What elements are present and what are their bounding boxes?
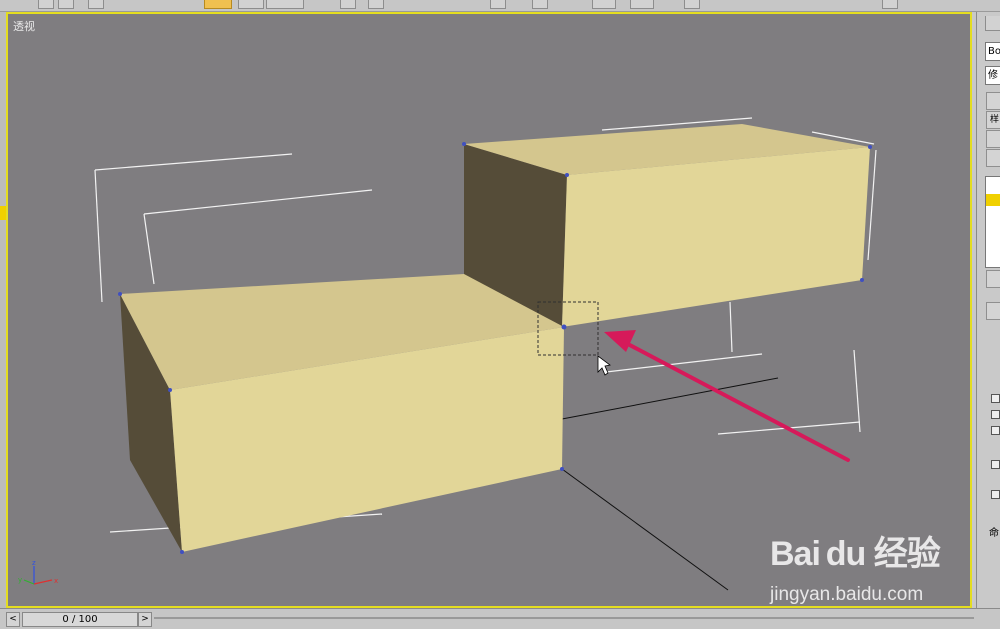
abc-spell-icon[interactable]	[684, 0, 700, 9]
modifier-stack-selected[interactable]	[986, 194, 1000, 206]
checkbox-2[interactable]	[991, 410, 1000, 419]
box-lower	[118, 274, 567, 554]
align-icon[interactable]	[630, 0, 654, 9]
time-prev-button[interactable]: <	[6, 612, 20, 627]
rollout-toggle-1[interactable]	[986, 302, 1000, 320]
object-name-field[interactable]: Box	[985, 42, 1000, 61]
axis-z-label: z	[32, 559, 36, 567]
ground-line	[561, 377, 779, 420]
selection-region-icon[interactable]	[266, 0, 304, 9]
render-icon[interactable]	[882, 0, 898, 9]
axis-tripod-icon	[23, 566, 53, 585]
main-toolbar	[0, 0, 1000, 12]
modifier-list-dropdown[interactable]: 修	[985, 66, 1000, 85]
baidu-watermark: Bai du 经验 jingyan.baidu.com	[770, 526, 950, 606]
panel-button-3[interactable]	[986, 130, 1000, 148]
annotation-arrow-icon	[604, 330, 850, 462]
redo-icon[interactable]	[58, 0, 74, 9]
axis-y-label: y	[18, 576, 22, 584]
checkbox-4[interactable]	[991, 460, 1000, 469]
select-tool-icon[interactable]	[204, 0, 232, 9]
command-panel: Box 修 样 命	[976, 12, 1000, 608]
panel-button-2[interactable]: 样	[986, 111, 1000, 129]
undo-icon[interactable]	[38, 0, 54, 9]
checkbox-1[interactable]	[991, 394, 1000, 403]
link-icon[interactable]	[88, 0, 104, 9]
checkbox-5[interactable]	[991, 490, 1000, 499]
panel-button-4[interactable]	[986, 149, 1000, 167]
watermark-brand: Bai du 经验	[770, 535, 941, 573]
perspective-viewport[interactable]: 透视 z x y Bai du 经验 jingyan.baidu.com	[6, 12, 972, 608]
move-icon[interactable]	[340, 0, 356, 9]
ground-line	[561, 468, 729, 591]
time-slider[interactable]: 0 / 100	[22, 612, 138, 627]
timeline-bar: < 0 / 100 >	[0, 608, 1000, 629]
checkbox-3[interactable]	[991, 426, 1000, 435]
panel-button-1[interactable]	[986, 92, 1000, 110]
timeline-track[interactable]	[154, 617, 974, 619]
select-by-name-icon[interactable]	[238, 0, 264, 9]
time-next-button[interactable]: >	[138, 612, 152, 627]
panel-extra-label: 命	[989, 528, 999, 539]
angle-snap-icon[interactable]	[532, 0, 548, 9]
watermark-url: jingyan.baidu.com	[770, 584, 924, 605]
rotate-icon[interactable]	[368, 0, 384, 9]
pin-stack-button[interactable]	[986, 270, 1000, 288]
viewport-scene: z x y	[18, 117, 877, 591]
box-upper	[462, 124, 872, 327]
modifier-stack-list[interactable]	[985, 176, 1000, 268]
snap-icon[interactable]	[490, 0, 506, 9]
axis-x-label: x	[54, 577, 58, 585]
mirror-icon[interactable]	[592, 0, 616, 9]
create-tab-icon[interactable]	[985, 16, 1000, 31]
